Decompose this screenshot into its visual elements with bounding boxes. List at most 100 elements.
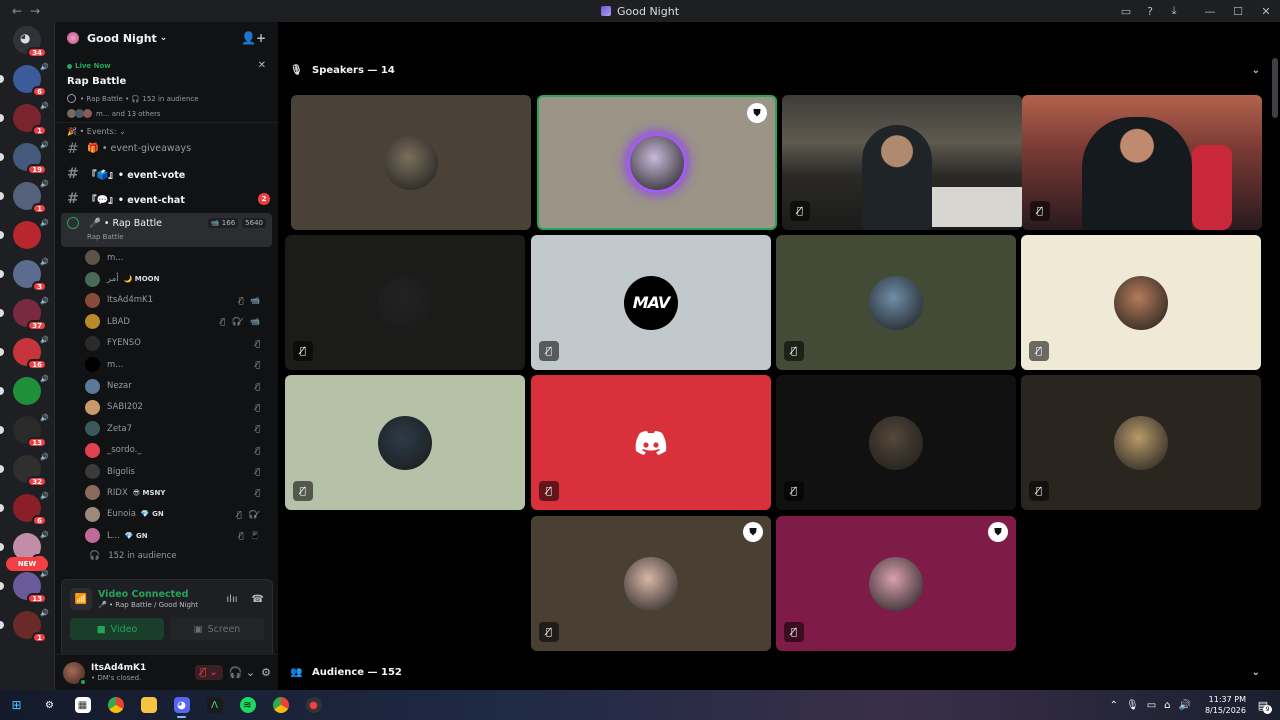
- server-icon[interactable]: 🔊 13: [0, 570, 49, 604]
- speaker-tile[interactable]: 🎙̸ ⛊: [531, 516, 771, 651]
- server-icon[interactable]: 🔊 6: [0, 63, 49, 97]
- voice-member[interactable]: Nezar 🎙̸: [55, 375, 278, 396]
- spotify-icon[interactable]: ≋: [231, 690, 264, 720]
- speaker-tile[interactable]: 🎙̸ ⛊: [776, 516, 1016, 651]
- category-events[interactable]: 🎉 • Events: ⌄: [55, 123, 278, 136]
- muted-mic-icon: 🎙̸: [539, 622, 559, 642]
- help-icon[interactable]: ?: [1138, 0, 1162, 22]
- invite-person-icon[interactable]: 👤+: [241, 31, 266, 45]
- network-icon[interactable]: ⌂: [1164, 700, 1170, 711]
- notification-icon[interactable]: ▤ 9: [1254, 696, 1272, 714]
- volume-icon[interactable]: 🔊: [1179, 700, 1191, 711]
- connection-location[interactable]: 🎤 • Rap Battle / Good Night: [98, 601, 198, 609]
- file-explorer-icon[interactable]: [132, 690, 165, 720]
- new-badge[interactable]: NEW: [6, 557, 48, 571]
- speaker-tile[interactable]: 🎙̸: [1021, 375, 1261, 510]
- close-icon[interactable]: ✕: [258, 60, 266, 71]
- server-icon[interactable]: 🔊 6: [0, 492, 49, 526]
- server-icon[interactable]: 🔊 19: [0, 141, 49, 175]
- video-button[interactable]: ■ Video: [70, 618, 164, 640]
- connection-status[interactable]: Video Connected: [98, 589, 198, 600]
- server-icon[interactable]: 🔊 32: [0, 453, 49, 487]
- voice-member[interactable]: RIDX 😎 MSNY 🎙̸: [55, 482, 278, 503]
- stage-view: 🎙 Speakers — 14 ⌄ ⛊ 🎙̸ 🎙̸ 🎙̸ MAV 🎙̸ 🎙̸ 🎙̸ 🎙̸ 🎙̸ 🎙̸…: [278, 22, 1280, 690]
- home-discord-icon[interactable]: ◕ 34: [13, 26, 47, 58]
- audience-header[interactable]: 👥 Audience — 152 ⌄: [290, 662, 1260, 682]
- server-icon[interactable]: 🔊 3: [0, 258, 49, 292]
- hash-icon: #: [67, 190, 79, 207]
- signal-icon[interactable]: 📶: [70, 588, 92, 610]
- text-channel[interactable]: # 『🗳️』• event-vote: [55, 161, 278, 186]
- back-arrow-icon[interactable]: ←: [12, 4, 22, 18]
- voice-member[interactable]: L... 💎 GN 🎙̸ 📱: [55, 525, 278, 546]
- inbox-icon[interactable]: ▭: [1114, 0, 1138, 22]
- speaker-tile[interactable]: ⛊: [537, 95, 777, 230]
- forward-arrow-icon[interactable]: →: [30, 4, 40, 18]
- voice-member[interactable]: SABI202 🎙̸: [55, 397, 278, 418]
- windows-start-icon[interactable]: ⊞: [0, 690, 33, 720]
- soundboard-icon[interactable]: ılıı: [226, 594, 237, 605]
- speaker-tile[interactable]: 🎙̸: [782, 95, 1022, 230]
- server-icon[interactable]: 🔊: [0, 375, 49, 405]
- speaker-tile[interactable]: 🎙̸: [285, 375, 525, 510]
- minimize-button[interactable]: —: [1196, 0, 1224, 22]
- discord-app-icon[interactable]: ◕: [165, 690, 198, 720]
- server-icon[interactable]: 🔊 1: [0, 102, 49, 136]
- avatar[interactable]: [63, 661, 87, 686]
- gear-icon[interactable]: ⚙: [261, 666, 271, 679]
- speaker-tile[interactable]: 🎙̸: [776, 235, 1016, 370]
- terminal-icon[interactable]: Λ: [198, 690, 231, 720]
- chrome-icon[interactable]: [99, 690, 132, 720]
- text-channel[interactable]: # 『💬』• event-chat 2: [55, 186, 278, 211]
- headphones-icon[interactable]: 🎧 ⌄: [229, 666, 255, 679]
- voice-member[interactable]: LBAD 🎙̸ 🎧̸ 📹: [55, 311, 278, 332]
- custom-status[interactable]: • DM's closed.: [91, 674, 146, 682]
- voice-channel-rap-battle[interactable]: 🎤 • Rap Battle 📹 166 5640 Rap Battle: [61, 213, 272, 247]
- guild-header[interactable]: Good Night ⌄ 👤+: [55, 22, 278, 54]
- mute-mic-icon[interactable]: 🎙̸ ⌄: [195, 665, 223, 680]
- scrollbar[interactable]: [1272, 58, 1278, 118]
- voice-member[interactable]: أمر 🌙 MOON: [55, 268, 278, 289]
- store-icon[interactable]: ▦: [66, 690, 99, 720]
- maximize-button[interactable]: ☐: [1224, 0, 1252, 22]
- text-channel[interactable]: # 🎁 • event-giveaways: [55, 136, 278, 161]
- server-icon[interactable]: 🔊 37: [0, 297, 49, 331]
- microphone-icon[interactable]: 🎙: [1126, 700, 1139, 711]
- screen-share-button[interactable]: ▣ Screen: [170, 618, 264, 640]
- close-button[interactable]: ✕: [1252, 0, 1280, 22]
- voice-member[interactable]: Bigolis 🎙̸: [55, 461, 278, 482]
- speaker-tile[interactable]: 🎙̸: [285, 235, 525, 370]
- chevron-down-icon[interactable]: ⌄: [1252, 667, 1260, 678]
- download-icon[interactable]: ⤓: [1162, 0, 1186, 22]
- server-icon[interactable]: 🔊 16: [0, 336, 49, 370]
- speaker-tile[interactable]: 🎙̸: [776, 375, 1016, 510]
- speaker-tile[interactable]: 🎙̸: [531, 375, 771, 510]
- voice-member[interactable]: FYENSO 🎙̸: [55, 333, 278, 354]
- display-icon[interactable]: ▭: [1147, 700, 1156, 711]
- recording-app-icon[interactable]: ●: [297, 690, 330, 720]
- chevron-down-icon[interactable]: ⌄: [1252, 65, 1260, 76]
- settings-gear-icon[interactable]: ⚙: [33, 690, 66, 720]
- disconnect-icon[interactable]: ☎: [252, 594, 264, 605]
- voice-member[interactable]: m... 🎙̸: [55, 354, 278, 375]
- speakers-header[interactable]: 🎙 Speakers — 14 ⌄: [290, 60, 1260, 80]
- voice-member[interactable]: Zeta7 🎙̸: [55, 418, 278, 439]
- speaker-tile[interactable]: [291, 95, 531, 230]
- server-icon[interactable]: 🔊 13: [0, 414, 49, 448]
- chevron-up-icon[interactable]: ⌃: [1110, 700, 1118, 711]
- voice-member[interactable]: ItsAd4mK1 🎙̸ 📹: [55, 290, 278, 311]
- speaker-tile[interactable]: 🎙̸: [1022, 95, 1262, 230]
- voice-member[interactable]: Eunoia 💎 GN 🎙̸ 🎧̸: [55, 504, 278, 525]
- live-event-card[interactable]: Live Now Rap Battle • Rap Battle • 🎧 152…: [55, 54, 278, 123]
- voice-member[interactable]: _sordo._ 🎙̸: [55, 440, 278, 461]
- server-icon[interactable]: 🔊: [0, 219, 49, 249]
- server-icon[interactable]: 🔊 1: [0, 609, 49, 643]
- chrome-profile-icon[interactable]: [264, 690, 297, 720]
- username[interactable]: ItsAd4mK1: [91, 663, 146, 673]
- clock[interactable]: 11:37 PM 8/15/2026: [1205, 694, 1246, 716]
- server-icon[interactable]: 🔊 1: [0, 180, 49, 214]
- speaker-tile[interactable]: MAV 🎙̸: [531, 235, 771, 370]
- voice-member[interactable]: m...: [55, 247, 278, 268]
- audience-count-row[interactable]: 🎧 152 in audience: [55, 546, 278, 566]
- speaker-tile[interactable]: 🎙̸: [1021, 235, 1261, 370]
